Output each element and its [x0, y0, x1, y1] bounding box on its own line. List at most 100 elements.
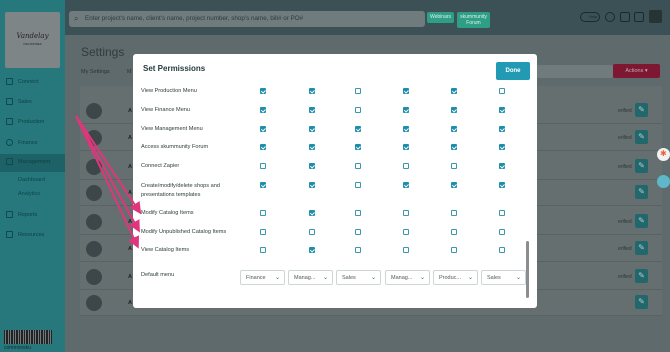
permission-checkbox[interactable] [451, 182, 457, 188]
sidebar-item-finance[interactable]: Finance [0, 135, 65, 153]
permission-checkbox[interactable] [355, 247, 361, 253]
permission-checkbox[interactable] [260, 163, 266, 169]
permission-checkbox[interactable] [499, 247, 505, 253]
default-menu-select[interactable]: Sales ⌄ [481, 270, 526, 285]
sidebar-sub-analytics[interactable]: Analytics [18, 191, 40, 197]
chat-icon[interactable] [657, 175, 670, 188]
default-menu-select[interactable]: Sales ⌄ [336, 270, 381, 285]
sidebar-item-reports[interactable]: Reports [0, 207, 65, 225]
footer-brand: commonsku [4, 345, 31, 351]
permission-checkbox[interactable] [403, 144, 409, 150]
global-search[interactable]: ⌕ Enter project's name, client's name, p… [69, 11, 425, 27]
user-name: A [128, 219, 132, 225]
permission-checkbox[interactable] [309, 163, 315, 169]
help-toggle[interactable]: Help [580, 12, 600, 22]
permission-checkbox[interactable] [355, 229, 361, 235]
edit-icon[interactable]: ✎ [635, 269, 648, 283]
permission-checkbox[interactable] [499, 107, 505, 113]
permission-checkbox[interactable] [309, 126, 315, 132]
permission-checkbox[interactable] [451, 88, 457, 94]
permission-checkbox[interactable] [403, 210, 409, 216]
edit-icon[interactable]: ✎ [635, 214, 648, 228]
permission-checkbox[interactable] [309, 88, 315, 94]
permission-checkbox[interactable] [499, 210, 505, 216]
edit-icon[interactable]: ✎ [635, 159, 648, 173]
set-permissions-modal: Set Permissions Done View Production Men… [133, 54, 537, 308]
modal-scrollbar[interactable] [526, 241, 529, 298]
permission-checkbox[interactable] [309, 247, 315, 253]
search-input[interactable]: Enter project's name, client's name, pro… [85, 15, 303, 22]
mail-icon[interactable] [634, 12, 644, 22]
default-menu-select[interactable]: Finance ⌄ [240, 270, 285, 285]
permission-checkbox[interactable] [309, 229, 315, 235]
tab-my-settings[interactable]: My Settings [81, 69, 110, 75]
permission-checkbox[interactable] [451, 144, 457, 150]
permission-checkbox[interactable] [355, 88, 361, 94]
default-menu-select[interactable]: Produc... ⌄ [433, 270, 478, 285]
edit-icon[interactable]: ✎ [635, 185, 648, 199]
permission-checkbox[interactable] [499, 88, 505, 94]
sidebar-item-resources[interactable]: Resources [0, 227, 65, 245]
permission-checkbox[interactable] [260, 229, 266, 235]
done-button[interactable]: Done [496, 62, 530, 80]
sidebar-item-production[interactable]: Production [0, 114, 65, 132]
default-menu-select[interactable]: Manag... ⌄ [288, 270, 333, 285]
permission-checkbox[interactable] [403, 247, 409, 253]
permission-checkbox[interactable] [355, 210, 361, 216]
permission-checkbox[interactable] [499, 163, 505, 169]
permission-checkbox[interactable] [309, 107, 315, 113]
permission-checkbox[interactable] [451, 126, 457, 132]
permission-checkbox[interactable] [451, 229, 457, 235]
user-avatar[interactable] [649, 10, 662, 23]
permission-checkbox[interactable] [355, 163, 361, 169]
permission-checkbox[interactable] [309, 144, 315, 150]
actions-button[interactable]: Actions ▾ [613, 64, 660, 78]
permission-checkbox[interactable] [451, 163, 457, 169]
clock-icon[interactable] [605, 12, 615, 22]
user-name: A [128, 274, 132, 280]
hubspot-icon[interactable]: ✱ [657, 148, 670, 161]
status-text: erified [618, 246, 632, 252]
permission-checkbox[interactable] [499, 229, 505, 235]
permission-checkbox[interactable] [355, 182, 361, 188]
sidebar-item-sales[interactable]: Sales [0, 94, 65, 112]
sidebar-item-management[interactable]: Management [0, 154, 65, 172]
permission-checkbox[interactable] [260, 210, 266, 216]
permission-checkbox[interactable] [499, 126, 505, 132]
permission-checkbox[interactable] [403, 126, 409, 132]
permission-checkbox[interactable] [499, 144, 505, 150]
permission-checkbox[interactable] [260, 144, 266, 150]
permission-checkbox[interactable] [403, 88, 409, 94]
default-menu-select[interactable]: Manag... ⌄ [385, 270, 430, 285]
sidebar-sub-dashboard[interactable]: Dashboard [18, 177, 45, 183]
permission-checkbox[interactable] [451, 210, 457, 216]
permission-checkbox[interactable] [355, 126, 361, 132]
edit-icon[interactable]: ✎ [635, 295, 648, 309]
permission-checkbox[interactable] [260, 247, 266, 253]
company-logo[interactable]: Vandelay INDUSTRIES [5, 12, 60, 68]
permission-checkbox[interactable] [403, 182, 409, 188]
permission-checkbox[interactable] [309, 210, 315, 216]
tab-partial[interactable]: M [127, 69, 132, 75]
permission-checkbox[interactable] [403, 107, 409, 113]
permission-checkbox[interactable] [403, 229, 409, 235]
forum-button[interactable]: skummunity Forum [457, 12, 490, 28]
webinars-button[interactable]: Webinars [427, 12, 454, 23]
edit-icon[interactable] [620, 12, 630, 22]
edit-icon[interactable]: ✎ [635, 130, 648, 144]
sidebar-item-connect[interactable]: Connect [0, 74, 65, 92]
edit-icon[interactable]: ✎ [635, 241, 648, 255]
edit-icon[interactable]: ✎ [635, 103, 648, 117]
permission-checkbox[interactable] [451, 247, 457, 253]
permission-checkbox[interactable] [355, 107, 361, 113]
filter-input[interactable] [528, 65, 613, 78]
permission-checkbox[interactable] [355, 144, 361, 150]
permission-checkbox[interactable] [403, 163, 409, 169]
permission-checkbox[interactable] [260, 182, 266, 188]
permission-checkbox[interactable] [260, 88, 266, 94]
permission-checkbox[interactable] [309, 182, 315, 188]
permission-checkbox[interactable] [499, 182, 505, 188]
permission-checkbox[interactable] [451, 107, 457, 113]
permission-checkbox[interactable] [260, 107, 266, 113]
permission-checkbox[interactable] [260, 126, 266, 132]
